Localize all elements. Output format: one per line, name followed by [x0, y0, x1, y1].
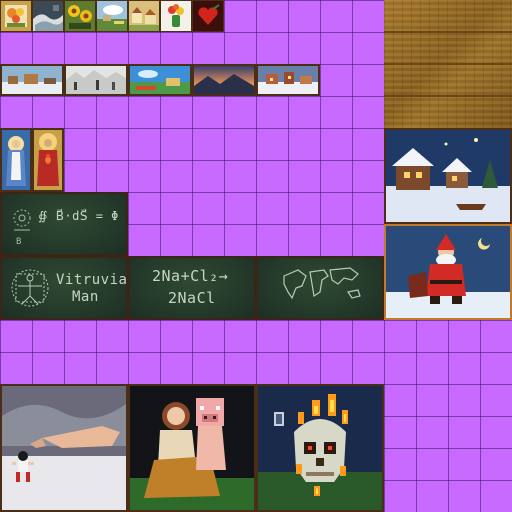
snowy-landscape-image: [66, 66, 126, 94]
painting-mountain-sunset: [192, 64, 256, 96]
chalkboard-world-map: [256, 256, 384, 320]
chalkboard-formula: B ∯ B⃗·dS⃗ = Φ: [0, 192, 128, 256]
painting-flowers-vase: [160, 0, 192, 32]
mountain-sunset-image: [194, 66, 254, 94]
chemistry-line1: 2Na+Cl₂→: [152, 267, 229, 285]
christmas-village-night-image: [386, 130, 510, 222]
painting-winter-town: [256, 64, 320, 96]
winter-town-image: [258, 66, 318, 94]
painting-christmas-village-night: [384, 128, 512, 224]
vitruvian-figure: [11, 269, 49, 307]
chalkboard-vitruvian: Vitruvian Man: [0, 256, 128, 320]
painting-snowy-landscape: [64, 64, 128, 96]
painting-sunflowers: [64, 0, 96, 32]
painting-winter-village: [0, 64, 64, 96]
blue-sky-landscape-image: [130, 66, 190, 94]
painting-mary: [0, 128, 32, 192]
painting-creation-of-adam-parody: [0, 384, 128, 512]
flowers-still-life-image: [1, 1, 31, 31]
painting-storm-sea: [32, 0, 64, 32]
painting-blue-sky-landscape: [128, 64, 192, 96]
jesus-image: [34, 130, 62, 190]
texture-atlas: B ∯ B⃗·dS⃗ = Φ Vitruvian Man 2Na+Cl₂→ 2N…: [0, 0, 512, 512]
wood-panel: [384, 0, 512, 128]
chalkboard-chemistry: 2Na+Cl₂→ 2NaCl: [128, 256, 256, 320]
village-scene-image: [129, 1, 159, 31]
vitruvian-line1: Vitruvian: [56, 272, 128, 288]
painting-jesus: [32, 128, 64, 192]
world-map-drawing: [283, 267, 361, 300]
painting-santa-claus: [384, 224, 512, 320]
heart-rose-image: [193, 1, 223, 31]
painting-flowers-still-life: [0, 0, 32, 32]
landscape-cloud-image: [97, 1, 127, 31]
creation-of-adam-parody-image: [2, 386, 126, 510]
winter-village-image: [2, 66, 62, 94]
painting-girl-with-pig-mask: [128, 384, 256, 512]
vitruvian-line2: Man: [72, 289, 99, 305]
chemistry-line2: 2NaCl: [168, 289, 216, 307]
painting-burning-skull: [256, 384, 384, 512]
storm-sea-image: [33, 1, 63, 31]
santa-claus-image: [386, 226, 510, 318]
sunflowers-image: [65, 1, 95, 31]
burning-skull-image: [258, 386, 382, 510]
painting-village-scene: [128, 0, 160, 32]
girl-with-pig-mask-image: [130, 386, 254, 510]
formula-text: ∯ B⃗·dS⃗ = Φ: [38, 209, 119, 223]
flowers-vase-image: [161, 1, 191, 31]
painting-heart-rose: [192, 0, 224, 32]
painting-landscape-cloud: [96, 0, 128, 32]
svg-text:B: B: [16, 237, 21, 247]
formula-diagram: B: [13, 209, 31, 247]
mary-image: [2, 130, 30, 190]
